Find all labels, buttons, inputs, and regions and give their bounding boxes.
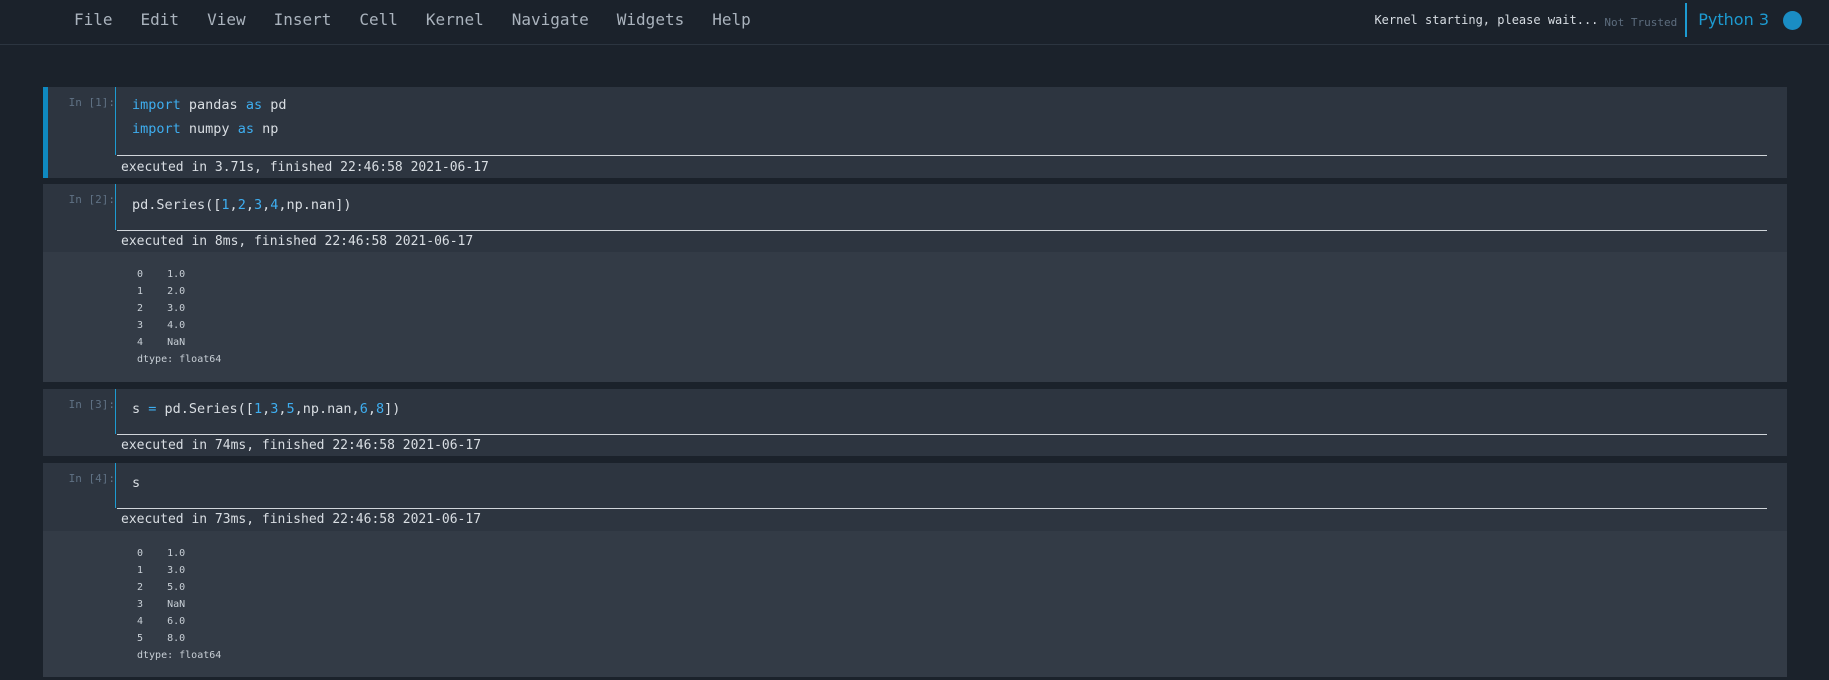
output-line: 1 3.0 (137, 565, 186, 576)
execution-time: executed in 3.71s, finished 22:46:58 202… (121, 160, 489, 175)
menu-view[interactable]: View (193, 0, 260, 40)
menu-file[interactable]: File (60, 0, 127, 40)
code-line: pd.Series([1,2,3,4,np.nan]) (132, 197, 352, 213)
output-line: 3 NaN (137, 599, 186, 610)
output-line: 1 2.0 (137, 286, 186, 297)
code-line: s (132, 475, 141, 491)
execution-divider (117, 508, 1767, 509)
code-line: import pandas as pd (132, 97, 287, 113)
execution-time: executed in 8ms, finished 22:46:58 2021-… (121, 234, 474, 249)
kernel-status-message: Kernel starting, please wait... (1374, 13, 1599, 27)
main-menu: File Edit View Insert Cell Kernel Naviga… (60, 0, 765, 40)
menu-kernel[interactable]: Kernel (412, 0, 498, 40)
execution-time: executed in 73ms, finished 22:46:58 2021… (121, 512, 482, 527)
output-line: 0 1.0 (137, 548, 186, 559)
output-line: 4 NaN (137, 337, 186, 348)
output-line: dtype: float64 (137, 650, 222, 661)
menu-navigate[interactable]: Navigate (498, 0, 603, 40)
output-line: 2 3.0 (137, 303, 186, 314)
kernel-busy-indicator-icon (1783, 10, 1802, 30)
code-editor[interactable]: pd.Series([1,2,3,4,np.nan]) (115, 184, 1767, 230)
code-cell[interactable]: In [4]: s executed in 73ms, finished 22:… (43, 463, 1787, 531)
menu-insert[interactable]: Insert (260, 0, 346, 40)
code-editor[interactable]: import pandas as pd import numpy as np (115, 87, 1767, 155)
execution-divider (117, 434, 1767, 435)
status-area: Kernel starting, please wait... Not Trus… (1374, 0, 1829, 40)
input-prompt: In [1]: (68, 96, 115, 109)
output-area: 0 1.0 1 3.0 2 5.0 3 NaN 4 6.0 5 8.0 dtyp… (43, 531, 1787, 677)
input-prompt: In [2]: (68, 193, 115, 206)
output-line: 0 1.0 (137, 269, 186, 280)
output-line: 4 6.0 (137, 616, 186, 627)
code-cell[interactable]: In [2]: pd.Series([1,2,3,4,np.nan]) exec… (43, 184, 1787, 252)
code-cell[interactable]: In [3]: s = pd.Series([1,3,5,np.nan,6,8]… (43, 389, 1787, 456)
code-line: s = pd.Series([1,3,5,np.nan,6,8]) (132, 401, 401, 417)
output-line: 3 4.0 (137, 320, 186, 331)
input-prompt: In [4]: (68, 472, 115, 485)
code-cell[interactable]: In [1]: import pandas as pd import numpy… (43, 87, 1787, 178)
execution-divider (117, 155, 1767, 156)
trust-indicator[interactable]: Not Trusted (1604, 16, 1677, 29)
menu-edit[interactable]: Edit (127, 0, 194, 40)
code-editor[interactable]: s = pd.Series([1,3,5,np.nan,6,8]) (115, 389, 1767, 434)
menubar: File Edit View Insert Cell Kernel Naviga… (0, 0, 1829, 45)
input-prompt: In [3]: (68, 398, 115, 411)
menu-help[interactable]: Help (698, 0, 765, 40)
menu-widgets[interactable]: Widgets (603, 0, 698, 40)
execution-divider (117, 230, 1767, 231)
code-line: import numpy as np (132, 121, 279, 137)
output-line: 5 8.0 (137, 633, 186, 644)
output-area: 0 1.0 1 2.0 2 3.0 3 4.0 4 NaN dtype: flo… (43, 252, 1787, 382)
kernel-name[interactable]: Python 3 (1685, 3, 1783, 37)
output-line: dtype: float64 (137, 354, 222, 365)
execution-time: executed in 74ms, finished 22:46:58 2021… (121, 438, 482, 453)
menu-cell[interactable]: Cell (345, 0, 412, 40)
code-editor[interactable]: s (115, 463, 1767, 508)
output-line: 2 5.0 (137, 582, 186, 593)
